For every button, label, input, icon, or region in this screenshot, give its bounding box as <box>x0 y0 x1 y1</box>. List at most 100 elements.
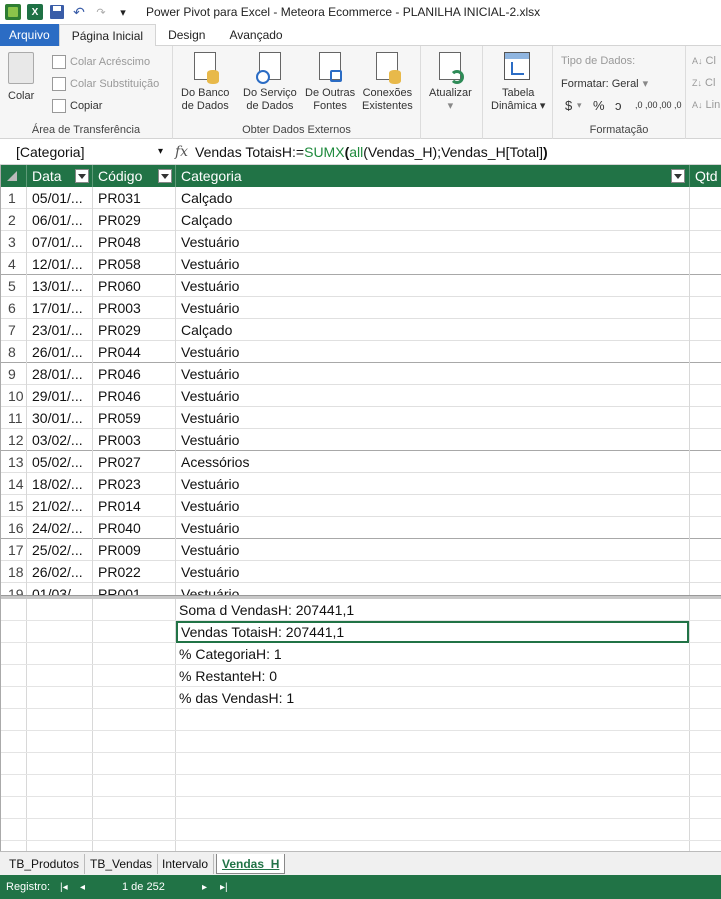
table-row[interactable]: 16 24/02/... PR040 Vestuário <box>1 517 721 539</box>
last-record-icon[interactable]: ▸| <box>220 875 228 899</box>
sheet-tab-tb-produtos[interactable]: TB_Produtos <box>4 854 86 874</box>
cell-data[interactable]: 18/02/... <box>27 473 93 495</box>
cell-categoria[interactable]: Calçado <box>176 187 690 209</box>
table-row[interactable]: 13 05/02/... PR027 Acessórios <box>1 451 721 473</box>
cell-qtd[interactable] <box>690 407 721 429</box>
cell-codigo[interactable]: PR031 <box>93 187 176 209</box>
cell-categoria[interactable]: Calçado <box>176 209 690 231</box>
paste-replace-button[interactable]: Colar Substituição <box>52 77 159 91</box>
sheet-tab-vendas-h[interactable]: Vendas_H <box>216 854 286 874</box>
formula-input[interactable]: Vendas TotaisH:=SUMX(all(Vendas_H);Venda… <box>195 144 548 160</box>
row-number[interactable]: 10 <box>1 385 27 407</box>
cell-data[interactable]: 06/01/... <box>27 209 93 231</box>
cell-qtd[interactable] <box>690 561 721 583</box>
previous-record-icon[interactable]: ◂ <box>80 875 85 899</box>
row-number[interactable]: 2 <box>1 209 27 231</box>
table-row[interactable]: 19 01/03/... PR001 Vestuário <box>1 583 721 595</box>
calculation-row[interactable] <box>1 731 721 753</box>
cell-codigo[interactable]: PR048 <box>93 231 176 253</box>
cell-codigo[interactable]: PR023 <box>93 473 176 495</box>
clear-sort-button[interactable]: A↓ Lin <box>692 99 720 111</box>
tab-home[interactable]: Página Inicial <box>58 24 157 47</box>
cell-categoria[interactable]: Vestuário <box>176 473 690 495</box>
cell-qtd[interactable] <box>690 341 721 363</box>
cell-data[interactable]: 01/03/... <box>27 583 93 595</box>
calculation-row[interactable] <box>1 709 721 731</box>
paste-button[interactable]: Colar <box>8 52 34 103</box>
row-number[interactable]: 9 <box>1 363 27 385</box>
row-number[interactable]: 4 <box>1 253 27 275</box>
cell-categoria[interactable]: Vestuário <box>176 385 690 407</box>
table-row[interactable]: 10 29/01/... PR046 Vestuário <box>1 385 721 407</box>
excel-icon[interactable]: X <box>26 3 44 21</box>
pivot-table-button[interactable]: Tabela Dinâmica ▾ <box>491 52 545 113</box>
column-header-qtd[interactable]: Qtd <box>690 165 721 187</box>
cell-qtd[interactable] <box>690 253 721 275</box>
cell-data[interactable]: 28/01/... <box>27 363 93 385</box>
column-header-data[interactable]: Data <box>27 165 93 187</box>
cell-categoria[interactable]: Calçado <box>176 319 690 341</box>
measure-cell[interactable]: Vendas TotaisH: 207441,1 <box>176 621 689 643</box>
cell-categoria[interactable]: Vestuário <box>176 231 690 253</box>
cell-codigo[interactable]: PR046 <box>93 363 176 385</box>
row-number[interactable]: 16 <box>1 517 27 539</box>
cell-data[interactable]: 17/01/... <box>27 297 93 319</box>
column-header-categoria[interactable]: Categoria <box>176 165 690 187</box>
other-sources-button[interactable]: De Outras Fontes <box>305 52 355 113</box>
cell-data[interactable]: 24/02/... <box>27 517 93 539</box>
table-row[interactable]: 6 17/01/... PR003 Vestuário <box>1 297 721 319</box>
filter-dropdown-icon[interactable] <box>671 169 685 183</box>
row-number[interactable]: 3 <box>1 231 27 253</box>
comma-button[interactable]: ɔ <box>615 98 622 113</box>
copy-button[interactable]: Copiar <box>52 99 102 113</box>
cell-categoria[interactable]: Vestuário <box>176 253 690 275</box>
cell-codigo[interactable]: PR003 <box>93 429 176 451</box>
paste-append-button[interactable]: Colar Acréscimo <box>52 55 150 69</box>
from-database-button[interactable]: Do Banco de Dados <box>181 52 229 113</box>
row-number[interactable]: 5 <box>1 275 27 297</box>
refresh-button[interactable]: Atualizar ▾ <box>429 52 472 113</box>
calculation-row[interactable]: Vendas TotaisH: 207441,1 <box>1 621 721 643</box>
table-row[interactable]: 3 07/01/... PR048 Vestuário <box>1 231 721 253</box>
table-row[interactable]: 14 18/02/... PR023 Vestuário <box>1 473 721 495</box>
row-number[interactable]: 15 <box>1 495 27 517</box>
cell-codigo[interactable]: PR060 <box>93 275 176 297</box>
sort-asc-button[interactable]: A↓ Cl <box>692 55 716 67</box>
table-row[interactable]: 5 13/01/... PR060 Vestuário <box>1 275 721 297</box>
cell-categoria[interactable]: Acessórios <box>176 451 690 473</box>
cell-codigo[interactable]: PR029 <box>93 319 176 341</box>
cell-qtd[interactable] <box>690 297 721 319</box>
measure-cell[interactable]: % das VendasH: 1 <box>176 687 294 709</box>
next-record-icon[interactable]: ▸ <box>202 875 207 899</box>
cell-categoria[interactable]: Vestuário <box>176 363 690 385</box>
calculation-row[interactable]: % CategoriaH: 1 <box>1 643 721 665</box>
row-number[interactable]: 14 <box>1 473 27 495</box>
cell-codigo[interactable]: PR040 <box>93 517 176 539</box>
cell-qtd[interactable] <box>690 495 721 517</box>
cell-categoria[interactable]: Vestuário <box>176 429 690 451</box>
tab-file[interactable]: Arquivo <box>0 24 59 46</box>
cell-qtd[interactable] <box>690 451 721 473</box>
powerpivot-icon[interactable] <box>4 3 22 21</box>
cell-codigo[interactable]: PR059 <box>93 407 176 429</box>
cell-codigo[interactable]: PR014 <box>93 495 176 517</box>
cell-categoria[interactable]: Vestuário <box>176 275 690 297</box>
table-row[interactable]: 17 25/02/... PR009 Vestuário <box>1 539 721 561</box>
calculation-row[interactable] <box>1 797 721 819</box>
row-number[interactable]: 19 <box>1 583 27 595</box>
cell-data[interactable]: 12/01/... <box>27 253 93 275</box>
cell-data[interactable]: 03/02/... <box>27 429 93 451</box>
table-row[interactable]: 15 21/02/... PR014 Vestuário <box>1 495 721 517</box>
cell-codigo[interactable]: PR001 <box>93 583 176 595</box>
row-number[interactable]: 11 <box>1 407 27 429</box>
cell-qtd[interactable] <box>690 473 721 495</box>
cell-codigo[interactable]: PR029 <box>93 209 176 231</box>
measure-cell[interactable]: % CategoriaH: 1 <box>176 643 282 665</box>
measure-cell[interactable]: Soma d VendasH: 207441,1 <box>176 599 354 621</box>
cell-categoria[interactable]: Vestuário <box>176 341 690 363</box>
chevron-down-icon[interactable]: ▾ <box>158 146 163 157</box>
table-row[interactable]: 4 12/01/... PR058 Vestuário <box>1 253 721 275</box>
cell-qtd[interactable] <box>690 209 721 231</box>
column-header-codigo[interactable]: Código <box>93 165 176 187</box>
cell-data[interactable]: 23/01/... <box>27 319 93 341</box>
